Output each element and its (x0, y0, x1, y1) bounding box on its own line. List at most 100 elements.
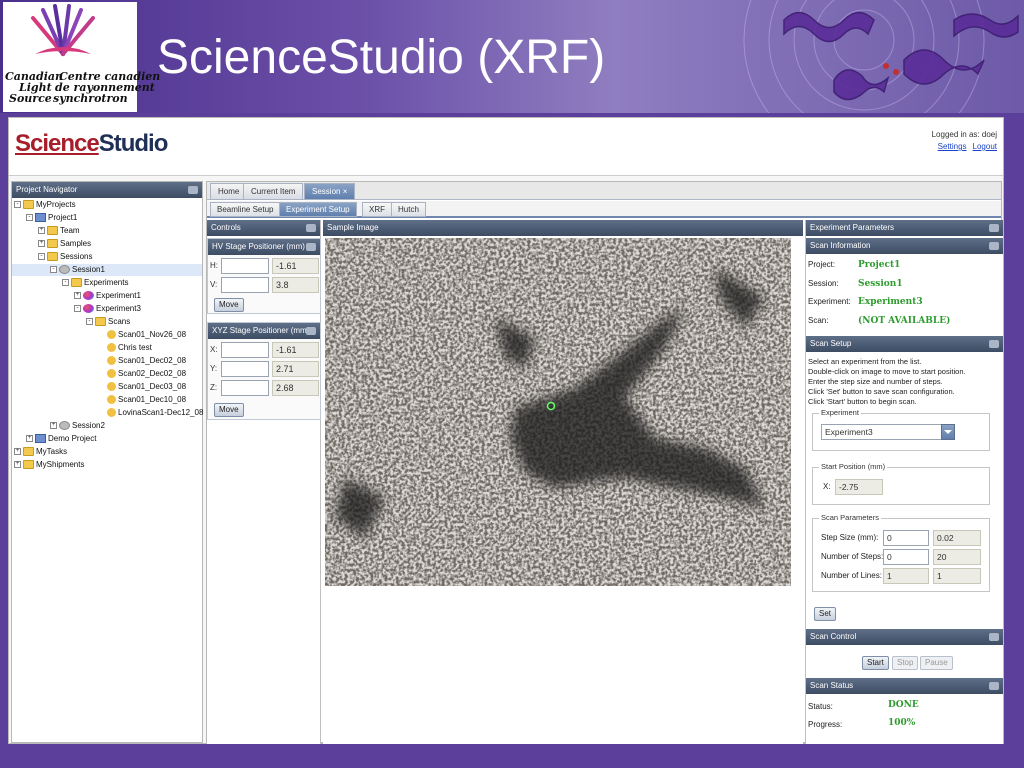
tree-node-team[interactable]: + Team (38, 225, 80, 237)
hv-stage-header: HV Stage Positioner (mm) (208, 239, 320, 255)
step-size-input[interactable]: 0 (883, 530, 929, 546)
tab-current-item[interactable]: Current Item (243, 183, 304, 200)
tab-beamline-setup[interactable]: Beamline Setup (210, 202, 281, 217)
expand-toggle-icon[interactable]: + (74, 292, 81, 300)
v-value: 3.8 (272, 277, 319, 293)
collapse-icon[interactable] (306, 327, 316, 335)
z-input[interactable] (221, 380, 269, 396)
scan-parameters-fieldset: Scan Parameters Step Size (mm): 0 0.02 N… (812, 513, 990, 592)
logout-link[interactable]: Logout (973, 142, 997, 151)
pause-button[interactable]: Pause (920, 656, 953, 670)
info-experiment: Experiment: Experiment3 (808, 294, 1002, 310)
tree-node-mytasks[interactable]: + MyTasks (14, 446, 67, 458)
step-size-value: 0.02 (933, 530, 981, 546)
y-input[interactable] (221, 361, 269, 377)
tree-node-samples[interactable]: + Samples (38, 238, 91, 250)
tree-node-scan[interactable]: Scan02_Dec02_08 (107, 368, 186, 380)
collapse-icon[interactable] (989, 682, 999, 690)
scan-status-title: Scan Status (810, 681, 854, 690)
expand-toggle-icon[interactable]: + (14, 461, 21, 469)
tree-node-experiment1[interactable]: + Experiment1 (74, 290, 141, 302)
instruction-line: Select an experiment from the list. (808, 357, 922, 366)
collapse-icon[interactable] (306, 224, 316, 232)
expand-toggle-icon[interactable]: + (50, 422, 57, 430)
collapse-toggle-icon[interactable]: - (62, 279, 69, 287)
collapse-toggle-icon[interactable]: - (14, 201, 21, 209)
dropdown-arrow-icon[interactable] (941, 424, 955, 440)
tab-session-label: Session (312, 187, 341, 196)
tree-node-sessions[interactable]: - Sessions (38, 251, 92, 263)
tab-experiment-setup[interactable]: Experiment Setup (279, 202, 357, 217)
xyz-move-button[interactable]: Move (214, 403, 244, 417)
info-scan-label: Scan: (808, 316, 829, 325)
controls-header: Controls (207, 220, 320, 236)
collapse-toggle-icon[interactable]: - (38, 253, 45, 261)
collapse-icon[interactable] (188, 186, 198, 194)
expand-toggle-icon[interactable]: + (26, 435, 33, 443)
brand-science: Science (15, 130, 100, 157)
tree-node-myshipments[interactable]: + MyShipments (14, 459, 84, 471)
sample-image[interactable] (325, 238, 791, 586)
expand-toggle-icon[interactable]: + (38, 240, 45, 248)
tab-home[interactable]: Home (210, 183, 248, 200)
tree-node-scans[interactable]: - Scans (86, 316, 130, 328)
folder-icon (95, 317, 106, 327)
info-session-label: Session: (808, 279, 839, 288)
tree-node-scan[interactable]: LovinaScan1-Dec12_08 (107, 407, 203, 419)
tree-node-scan[interactable]: Scan01_Dec02_08 (107, 355, 186, 367)
collapse-toggle-icon[interactable]: - (26, 214, 33, 222)
brand-studio: Studio (98, 130, 169, 157)
collapse-icon[interactable] (989, 242, 999, 250)
collapse-toggle-icon[interactable]: - (74, 305, 81, 313)
scan-icon (107, 382, 116, 392)
tree-node-session1[interactable]: - Session1 (12, 264, 202, 276)
collapse-icon[interactable] (306, 243, 316, 251)
tree-node-session2[interactable]: + Session2 (50, 420, 105, 432)
tree-node-scan[interactable]: Chris test (107, 342, 152, 354)
tree-node-experiment3[interactable]: - Experiment3 (74, 303, 141, 315)
progress-label: Progress: (808, 720, 843, 729)
sciencestudio-logo: ScienceStudio (15, 130, 169, 158)
expand-toggle-icon[interactable]: + (38, 227, 45, 235)
number-of-steps-input[interactable]: 0 (883, 549, 929, 565)
start-button[interactable]: Start (862, 656, 889, 670)
logo-french-line-3: synchrotron (53, 92, 128, 105)
expand-toggle-icon[interactable]: + (14, 448, 21, 456)
x-input[interactable] (221, 342, 269, 358)
stop-button[interactable]: Stop (892, 656, 919, 670)
collapse-icon[interactable] (989, 633, 999, 641)
tab-hutch[interactable]: Hutch (391, 202, 426, 217)
collapse-toggle-icon[interactable]: - (86, 318, 93, 326)
collapse-icon[interactable] (989, 340, 999, 348)
number-of-lines-input[interactable]: 1 (883, 568, 929, 584)
close-tab-icon[interactable]: × (343, 187, 348, 196)
v-input[interactable] (221, 277, 269, 293)
y-value: 2.71 (272, 361, 319, 377)
h-input[interactable] (221, 258, 269, 274)
tree-node-experiments[interactable]: - Experiments (62, 277, 128, 289)
tree-node-scan[interactable]: Scan01_Dec03_08 (107, 381, 186, 393)
scan-information-title: Scan Information (810, 241, 871, 250)
tab-session[interactable]: Session × (304, 183, 356, 200)
tree-node-scan[interactable]: Scan01_Nov26_08 (107, 329, 186, 341)
hv-move-button[interactable]: Move (214, 298, 244, 312)
collapse-toggle-icon[interactable]: - (50, 266, 57, 274)
experiment-parameters-header: Experiment Parameters (806, 220, 1003, 236)
tree-node-scan[interactable]: Scan01_Dec10_08 (107, 394, 186, 406)
start-x-value: -2.75 (835, 479, 883, 495)
sample-micrograph[interactable] (325, 238, 791, 586)
hv-stage-positioner: HV Stage Positioner (mm) H: -1.61 V: 3.8… (207, 238, 321, 314)
scan-control-title: Scan Control (810, 632, 857, 641)
tab-xrf[interactable]: XRF (362, 202, 392, 217)
tree-node-myprojects[interactable]: - MyProjects (14, 199, 76, 211)
set-button[interactable]: Set (814, 607, 837, 621)
tree-node-project1[interactable]: - Project1 (26, 212, 77, 224)
cls-emblem-icon (31, 4, 95, 56)
start-position-fieldset: Start Position (mm) X: -2.75 (812, 462, 990, 505)
tree-node-demo-project[interactable]: + Demo Project (26, 433, 96, 445)
collapse-icon[interactable] (989, 224, 999, 232)
scan-icon (107, 343, 116, 353)
status-value: DONE (888, 700, 919, 710)
experiment-select[interactable]: Experiment3 (821, 424, 953, 440)
settings-link[interactable]: Settings (938, 142, 967, 151)
